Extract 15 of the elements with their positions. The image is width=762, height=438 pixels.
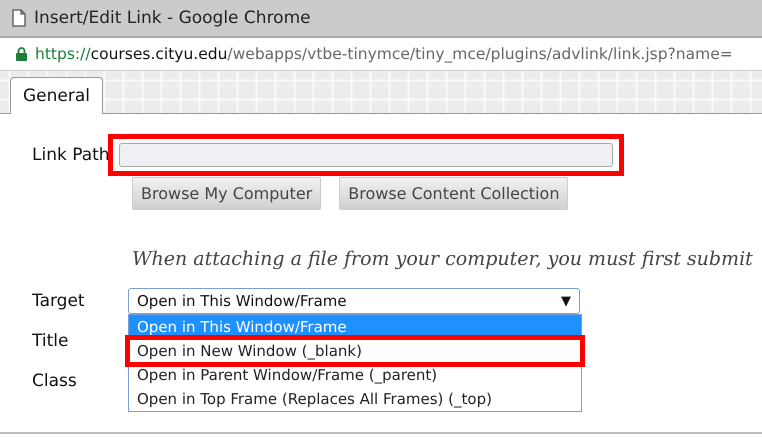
caret-icon: ▼ <box>561 294 571 308</box>
dropdown-option[interactable]: Open in Parent Window/Frame (_parent) <box>129 363 581 387</box>
link-path-field[interactable] <box>119 143 613 167</box>
browse-button[interactable]: Browse My Computer <box>132 177 322 210</box>
tab[interactable]: General <box>10 77 103 114</box>
field-label: Title <box>32 331 70 351</box>
field-label: Target <box>32 291 86 311</box>
page-icon <box>12 9 26 27</box>
window-title: Insert/Edit Link - Google Chrome <box>34 8 311 28</box>
note-text: When attaching a file from your computer, you must first submit <box>132 248 754 270</box>
field-label: Class <box>32 371 78 391</box>
field-label: Link Path <box>32 145 111 165</box>
dropdown-option[interactable]: Open in Top Frame (Replaces All Frames) (_top) <box>129 387 581 411</box>
url-text[interactable]: https://courses.cityu.edu/webapps/vtbe-tinymce/tiny_mce/plugins/advlink/link.jsp?name= <box>35 45 733 63</box>
browse-button[interactable]: Browse Content Collection <box>339 177 568 210</box>
